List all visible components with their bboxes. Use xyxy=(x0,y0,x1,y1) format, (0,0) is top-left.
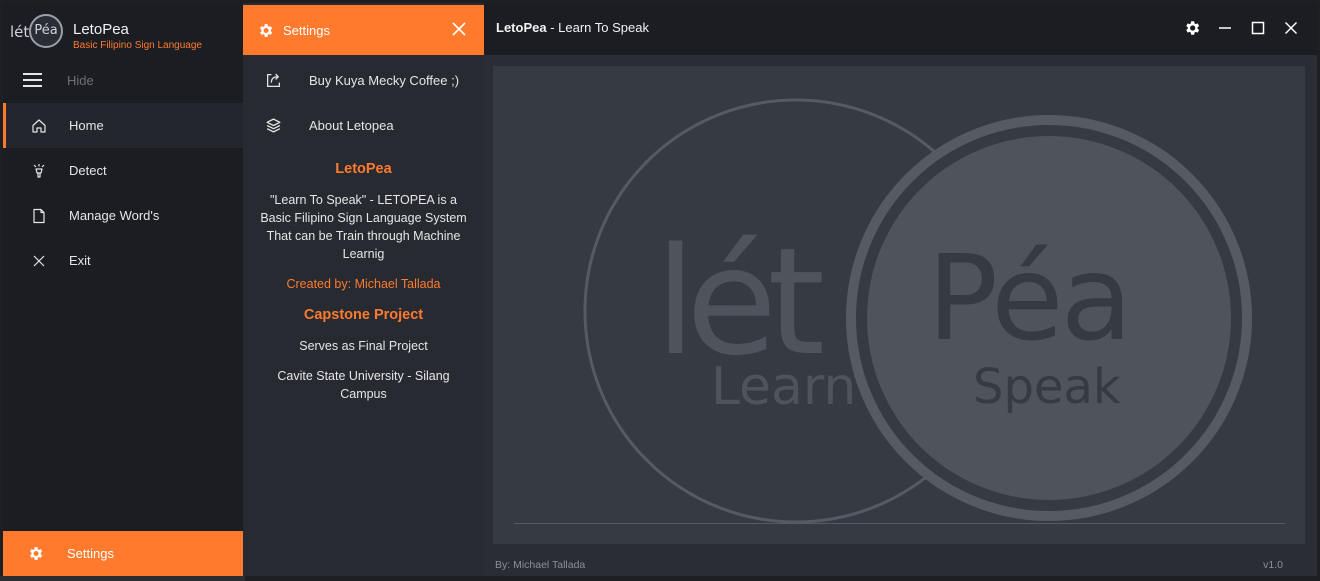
app-subtitle: Basic Filipino Sign Language xyxy=(73,40,202,51)
sidebar-item-home[interactable]: Home xyxy=(3,103,243,148)
desktop-background xyxy=(0,576,245,581)
sidebar-item-manage-words[interactable]: Manage Word's xyxy=(3,193,243,238)
maximize-button[interactable] xyxy=(1249,19,1267,37)
settings-button[interactable] xyxy=(1183,19,1201,37)
about-project-purpose: Serves as Final Project xyxy=(299,339,428,353)
buy-coffee-label: Buy Kuya Mecky Coffee ;) xyxy=(309,73,460,88)
gear-icon xyxy=(255,22,275,39)
minimize-button[interactable] xyxy=(1216,19,1234,37)
document-icon xyxy=(3,208,69,224)
sidebar-toggle-button[interactable]: Hide xyxy=(3,60,243,100)
splash-word-right: Péa xyxy=(927,229,1130,367)
close-icon xyxy=(1284,21,1298,35)
gear-icon xyxy=(3,545,67,562)
window-title-rest: - Learn To Speak xyxy=(546,20,649,35)
about-description: "Learn To Speak" - LETOPEA is a Basic Fi… xyxy=(260,193,467,261)
sidebar: lét Péa LetoPea Basic Filipino Sign Lang… xyxy=(3,3,243,576)
sidebar-item-exit[interactable]: Exit xyxy=(3,238,243,283)
sidebar-item-label: Detect xyxy=(69,163,107,178)
about-school: Cavite State University - Silang Campus xyxy=(277,369,450,401)
gear-icon xyxy=(1186,21,1200,35)
close-window-button[interactable] xyxy=(1282,19,1300,37)
title-bar: LetoPea - Learn To Speak xyxy=(484,3,1317,55)
app-logo: lét Péa xyxy=(7,11,63,51)
brand-header: lét Péa LetoPea Basic Filipino Sign Lang… xyxy=(3,3,243,56)
sidebar-item-settings[interactable]: Settings xyxy=(3,531,243,576)
footer-version: v1.0 xyxy=(1263,559,1283,571)
buy-coffee-item[interactable]: Buy Kuya Mecky Coffee ;) xyxy=(243,58,484,103)
sidebar-item-label: Manage Word's xyxy=(69,208,160,223)
share-icon xyxy=(243,72,303,89)
app-name: LetoPea xyxy=(73,21,129,38)
sidebar-item-detect[interactable]: Detect xyxy=(3,148,243,193)
close-icon xyxy=(452,22,466,36)
layers-icon xyxy=(243,117,303,134)
settings-title: Settings xyxy=(283,22,330,38)
logo-text-right: Péa xyxy=(29,14,63,48)
about-project-heading: Capstone Project xyxy=(303,307,424,323)
footer-author: By: Michael Tallada xyxy=(495,559,586,571)
settings-header: Settings xyxy=(243,5,484,55)
minimize-icon xyxy=(1219,27,1231,29)
maximize-icon xyxy=(1251,21,1265,35)
about-letopea-label: About Letopea xyxy=(309,118,394,133)
sidebar-settings-label: Settings xyxy=(67,546,114,561)
hamburger-icon xyxy=(23,72,43,88)
splash-sub-left: Learn xyxy=(711,357,856,417)
home-icon xyxy=(3,118,69,134)
sidebar-toggle-label: Hide xyxy=(67,72,94,88)
close-icon xyxy=(3,253,69,269)
lamp-icon xyxy=(3,163,69,179)
splash-divider xyxy=(514,523,1285,524)
sidebar-item-label: Home xyxy=(69,118,104,133)
window-title-app: LetoPea xyxy=(496,20,547,35)
splash-logo: lét Learn Péa Speak xyxy=(583,98,1252,524)
about-letopea-item[interactable]: About Letopea xyxy=(243,103,484,148)
logo-text-left: lét xyxy=(10,23,30,41)
about-app-name: LetoPea xyxy=(335,161,392,177)
sidebar-item-label: Exit xyxy=(69,253,91,268)
about-created-by: Created by: Michael Tallada xyxy=(286,277,441,291)
splash-sub-right: Speak xyxy=(973,359,1121,415)
settings-panel: Settings Buy Kuya Mecky Coffee ;) About … xyxy=(243,3,484,576)
close-settings-button[interactable] xyxy=(450,20,468,38)
main-window: LetoPea - Learn To Speak lét Learn Péa S… xyxy=(484,3,1317,576)
window-title: LetoPea - Learn To Speak xyxy=(496,20,649,35)
splash-logo-area: lét Learn Péa Speak xyxy=(493,66,1305,544)
